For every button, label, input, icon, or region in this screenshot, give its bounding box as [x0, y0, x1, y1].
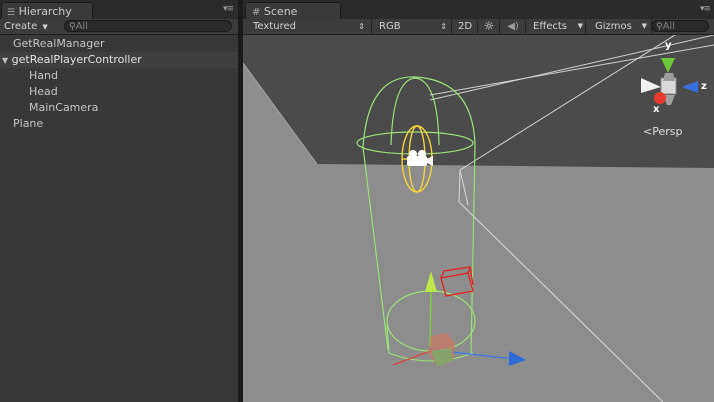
hierarchy-panel-menu-icon[interactable]: ▾≡ — [223, 4, 234, 14]
hierarchy-item-label: Plane — [13, 117, 44, 130]
scene-grid-icon: # — [252, 7, 261, 18]
hierarchy-tabbar: ☰ Hierarchy ▾≡ — [0, 0, 238, 20]
scene-toolbar: Textured ⇕ RGB ⇕ 2D ☼ ◀) Effects ▼ Gizmo… — [243, 19, 714, 35]
hierarchy-search-input[interactable]: ⚲All — [64, 20, 232, 32]
audio-toggle[interactable]: ◀) — [501, 19, 526, 34]
list-item[interactable]: MainCamera — [0, 100, 267, 116]
effects-dropdown[interactable]: Effects ▼ — [529, 19, 586, 34]
tab-scene[interactable]: # Scene — [245, 2, 341, 19]
hierarchy-tab-label: Hierarchy — [18, 5, 72, 18]
gizmo-y-label: y — [665, 40, 672, 51]
hierarchy-item-label: Head — [29, 85, 58, 98]
gizmo-x-label: x — [653, 104, 660, 115]
scene-viewport[interactable] — [243, 35, 714, 402]
gizmos-label: Gizmos — [595, 21, 632, 32]
hierarchy-item-label: getRealPlayerController — [11, 53, 142, 66]
gizmos-dropdown[interactable]: Gizmos ▼ — [589, 19, 652, 34]
chevron-down-icon: ▼ — [577, 22, 583, 30]
expand-arrow-icon[interactable]: ▼ — [2, 56, 8, 65]
hierarchy-panel: ☰ Hierarchy ▾≡ Create ▼ ⚲All GetRealMana… — [0, 0, 240, 402]
render-mode-label: Textured — [253, 21, 296, 32]
lighting-toggle[interactable]: ☼ — [479, 19, 500, 34]
scene-panel-menu-icon[interactable]: ▾≡ — [700, 4, 711, 14]
scene-tab-label: Scene — [263, 5, 298, 18]
mode-2d-label: 2D — [457, 21, 473, 32]
hierarchy-tab-icon: ☰ — [7, 8, 16, 18]
list-item[interactable]: Head — [0, 84, 267, 100]
projection-toggle[interactable]: <Persp — [643, 125, 682, 138]
hierarchy-item-label: GetRealManager — [13, 37, 105, 50]
hierarchy-search-placeholder: All — [75, 21, 88, 32]
scene-tabbar: # Scene ▾≡ — [243, 0, 714, 20]
color-mode-dropdown[interactable]: RGB ⇕ — [373, 19, 452, 34]
sun-icon: ☼ — [483, 19, 495, 33]
projection-label: Persp — [652, 125, 683, 138]
color-mode-label: RGB — [379, 21, 401, 32]
perspective-icon: < — [643, 125, 653, 138]
list-item[interactable]: Plane — [0, 116, 251, 132]
render-mode-dropdown[interactable]: Textured ⇕ — [247, 19, 372, 34]
updown-arrow-icon: ⇕ — [440, 22, 447, 31]
tab-hierarchy[interactable]: ☰ Hierarchy — [1, 2, 93, 19]
x-sphere[interactable] — [654, 92, 666, 104]
hierarchy-toolbar: Create ▼ ⚲All — [0, 19, 238, 35]
list-item[interactable]: ▼ getRealPlayerController — [0, 52, 240, 68]
scene-panel: # Scene ▾≡ Textured ⇕ RGB ⇕ 2D ☼ ◀) Effe… — [243, 0, 714, 402]
list-item[interactable]: Hand — [0, 68, 267, 84]
mode-2d-toggle[interactable]: 2D — [453, 19, 478, 34]
search-icon: ⚲ — [69, 22, 76, 32]
scene-search-input[interactable]: ⚲All — [651, 20, 709, 32]
hierarchy-item-label: MainCamera — [29, 101, 99, 114]
create-dropdown-label: Create — [4, 21, 38, 32]
chevron-down-icon: ▼ — [42, 23, 48, 31]
updown-arrow-icon: ⇕ — [358, 22, 365, 31]
hierarchy-item-label: Hand — [29, 69, 58, 82]
gizmo-z-label: z — [701, 81, 707, 92]
speaker-icon: ◀) — [507, 21, 519, 32]
effects-label: Effects — [533, 21, 567, 32]
chevron-down-icon: ▼ — [641, 22, 647, 30]
create-dropdown[interactable]: Create ▼ — [4, 19, 56, 34]
scene-search-placeholder: All — [662, 21, 675, 32]
search-icon: ⚲ — [656, 22, 663, 32]
list-item[interactable]: GetRealManager — [0, 36, 251, 52]
